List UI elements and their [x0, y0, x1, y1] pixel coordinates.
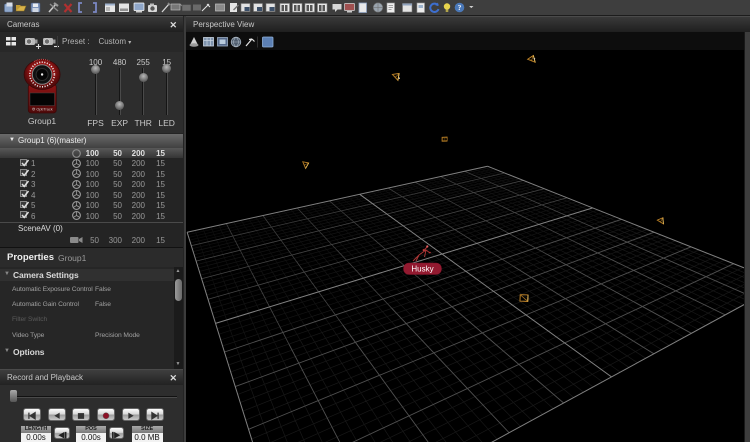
- svg-text:⚙ OptiTrack: ⚙ OptiTrack: [32, 108, 53, 112]
- svg-text:Husky: Husky: [411, 265, 433, 274]
- svg-text:?: ?: [458, 3, 462, 12]
